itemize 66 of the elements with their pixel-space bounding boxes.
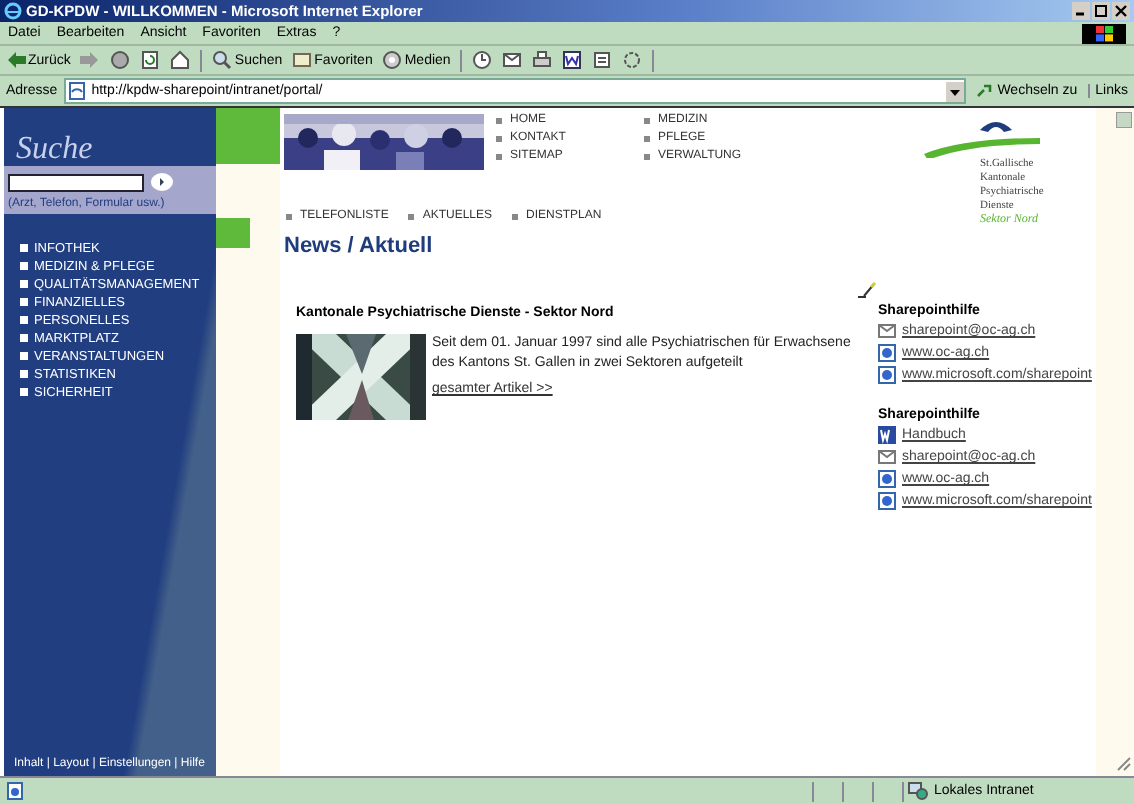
refresh-icon — [140, 50, 161, 70]
maximize-icon — [1092, 2, 1110, 20]
refresh-button[interactable] — [140, 50, 161, 70]
close-icon — [1112, 2, 1130, 20]
globe-page-icon — [878, 492, 896, 510]
accent-block — [216, 218, 250, 248]
page-heading: News / Aktuell — [284, 232, 435, 262]
printer-icon — [532, 50, 553, 70]
search-field[interactable] — [8, 173, 144, 191]
home-icon — [170, 50, 191, 70]
envelope-icon — [878, 322, 896, 340]
search-go-icon[interactable] — [150, 172, 174, 192]
pencil-icon — [858, 282, 878, 298]
bullet-icon — [644, 135, 650, 141]
bullet-icon — [286, 213, 292, 219]
bullet-icon — [20, 388, 28, 396]
close-button[interactable] — [1112, 2, 1130, 20]
word-document-icon — [878, 426, 896, 444]
accent-block — [216, 108, 280, 164]
ie-logo-icon — [4, 2, 22, 20]
stop-icon — [110, 50, 131, 70]
home-button[interactable] — [170, 50, 191, 70]
document-icon — [562, 50, 583, 70]
page-icon — [6, 782, 24, 800]
discuss-button[interactable] — [592, 50, 613, 70]
bullet-icon — [20, 334, 28, 342]
scroll-grip-icon — [1116, 756, 1132, 772]
bullet-icon — [496, 153, 502, 159]
bullet-icon — [644, 117, 650, 123]
globe-page-icon — [878, 344, 896, 362]
bullet-icon — [20, 316, 28, 324]
envelope-icon — [502, 50, 523, 70]
bullet-icon — [644, 153, 650, 159]
globe-page-icon — [878, 470, 896, 488]
search-title: Suche — [14, 130, 95, 166]
windows-flag-drawing — [1094, 25, 1114, 41]
bullet-icon — [20, 298, 28, 306]
bullet-icon — [20, 244, 28, 252]
envelope-icon — [878, 448, 896, 466]
bullet-icon — [496, 117, 502, 123]
search-icon — [212, 50, 233, 70]
bullet-icon — [20, 262, 28, 270]
globe-page-icon — [878, 366, 896, 384]
bullet-icon — [408, 213, 415, 219]
go-arrow-icon — [975, 82, 994, 100]
page-icon — [67, 82, 86, 100]
bullet-icon — [20, 352, 28, 360]
disc-icon — [382, 50, 403, 70]
back-arrow-icon — [6, 50, 26, 70]
stop-button[interactable] — [110, 50, 131, 70]
network-icon — [908, 782, 928, 800]
bullet-icon — [20, 280, 28, 288]
bullet-icon — [496, 135, 502, 141]
scrollbar[interactable] — [1096, 108, 1134, 776]
bullet-icon — [20, 370, 28, 378]
page-icon — [592, 50, 613, 70]
clock-icon — [472, 50, 493, 70]
history-button[interactable] — [472, 50, 493, 70]
edit-button[interactable] — [562, 50, 583, 70]
scroll-handle-icon[interactable] — [1116, 112, 1132, 128]
mail-button[interactable] — [502, 50, 523, 70]
bullet-icon — [512, 213, 519, 219]
maximize-button[interactable] — [1092, 2, 1110, 20]
print-button[interactable] — [532, 50, 553, 70]
forward-arrow-icon — [80, 50, 101, 70]
minimize-button[interactable] — [1072, 2, 1090, 20]
